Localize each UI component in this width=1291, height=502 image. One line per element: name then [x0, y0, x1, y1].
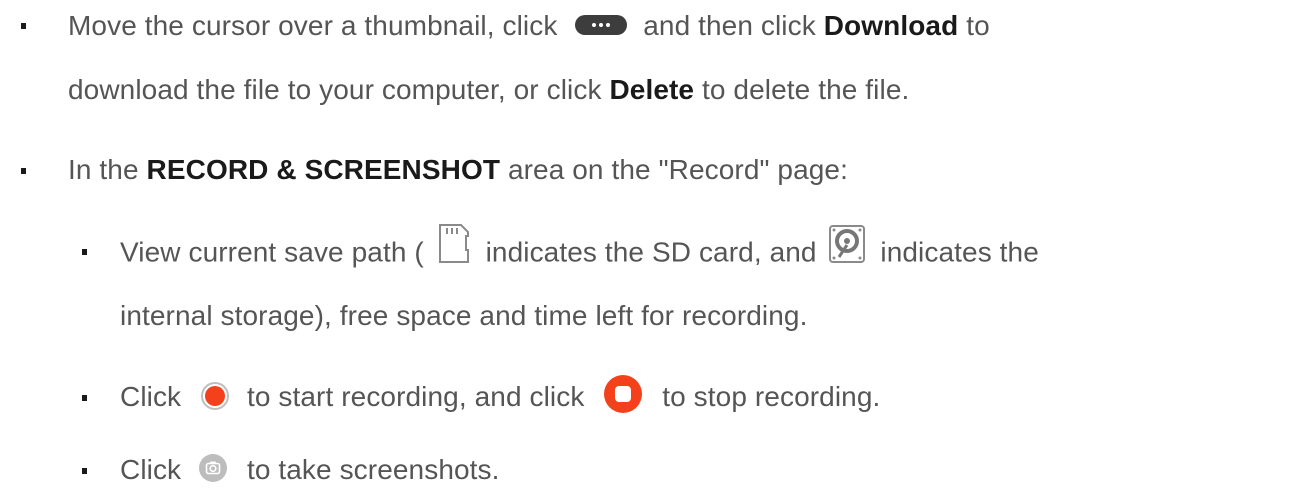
stop-icon	[604, 374, 643, 413]
delete-label: Delete	[609, 74, 695, 105]
bullet-1-text-c: to	[966, 10, 990, 41]
sub-bullet-marker	[82, 468, 87, 474]
bullet-1-text-b: and then click	[643, 10, 816, 41]
bullet-2-text-a: In the	[68, 154, 139, 185]
bullet-item-2: In the RECORD & SCREENSHOT area on the "…	[68, 152, 848, 188]
sub-item-2: Click to start recording, and click to s…	[120, 374, 881, 418]
internal-storage-icon	[828, 225, 865, 263]
sub-2-text-a: Click	[120, 381, 182, 412]
record-icon	[201, 381, 230, 410]
bullet-item-1-line-2: download the file to your computer, or c…	[68, 72, 909, 108]
bullet-marker	[21, 23, 26, 29]
sub-1-text-a: View current save path (	[120, 236, 424, 268]
download-label: Download	[823, 10, 959, 41]
bullet-1-text-d: download the file to your computer, or c…	[68, 74, 602, 105]
sub-1-text-d: internal storage), free space and time l…	[120, 300, 808, 331]
sub-1-text-c: indicates the	[880, 236, 1039, 268]
sub-2-text-b: to start recording, and click	[246, 381, 585, 412]
sub-bullet-marker	[82, 395, 87, 401]
screenshot-camera-icon	[199, 453, 228, 482]
bullet-1-text-e: to delete the file.	[702, 74, 910, 105]
bullet-item-1-line-1: Move the cursor over a thumbnail, click …	[68, 8, 990, 44]
bullet-2-text-b: area on the "Record" page:	[507, 154, 848, 185]
sub-item-3: Click to take screenshots.	[120, 452, 500, 488]
bullet-1-text-a: Move the cursor over a thumbnail, click	[68, 10, 558, 41]
more-options-icon	[575, 14, 628, 35]
sub-3-text-b: to take screenshots.	[246, 454, 500, 485]
sub-item-1-line-2: internal storage), free space and time l…	[120, 298, 807, 334]
sub-3-text-a: Click	[120, 454, 182, 485]
bullet-marker	[21, 168, 26, 174]
sub-2-text-c: to stop recording.	[662, 381, 881, 412]
record-screenshot-area-label: RECORD & SCREENSHOT	[146, 154, 501, 185]
sub-bullet-marker	[82, 249, 87, 255]
sub-item-1-line-1: View current save path ( indicates the S…	[120, 224, 1039, 274]
sd-card-icon	[438, 224, 470, 264]
sub-1-text-b: indicates the SD card, and	[485, 236, 817, 268]
